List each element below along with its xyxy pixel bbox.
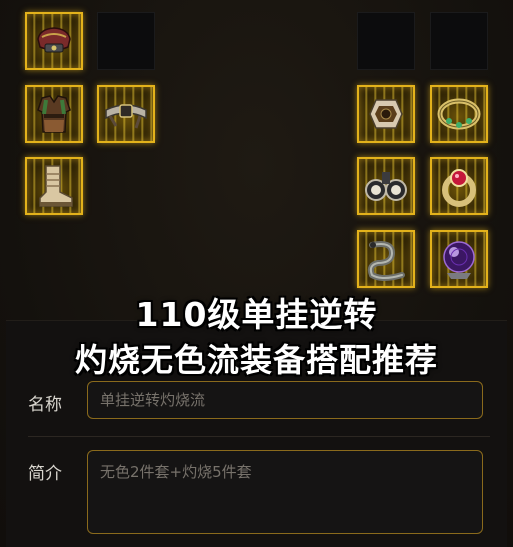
form-divider <box>28 436 490 437</box>
desc-field[interactable]: 无色2件套+灼烧5件套 <box>87 450 483 534</box>
belt-icon <box>105 104 147 129</box>
name-label: 名称 <box>28 395 62 415</box>
shoulder-armor-icon <box>37 27 71 53</box>
necklace-icon <box>437 98 481 130</box>
empty-slot[interactable] <box>97 12 155 70</box>
coat-slot[interactable] <box>25 85 83 143</box>
dark-orb-icon <box>443 241 475 279</box>
desc-field-value: 无色2件套+灼烧5件套 <box>100 463 252 481</box>
page-subtitle: 灼烧无色流装备搭配推荐 <box>74 341 438 379</box>
ring-icon <box>442 169 476 207</box>
bracelet-icon <box>369 99 403 129</box>
charm-slot[interactable] <box>357 230 415 288</box>
belt-slot[interactable] <box>97 85 155 143</box>
empty-slot[interactable] <box>430 12 488 70</box>
coat-armor-icon <box>37 95 71 133</box>
page-title: 110级单挂逆转 <box>135 295 378 334</box>
name-field-value: 单挂逆转灼烧流 <box>100 391 206 409</box>
desc-label: 简介 <box>28 464 62 484</box>
goggles-slot[interactable] <box>357 157 415 215</box>
name-field[interactable]: 单挂逆转灼烧流 <box>87 381 483 419</box>
empty-slot[interactable] <box>357 12 415 70</box>
necklace-slot[interactable] <box>430 85 488 143</box>
serpent-charm-icon <box>367 241 405 281</box>
shoulder-slot[interactable] <box>25 12 83 70</box>
ring-slot[interactable] <box>430 157 488 215</box>
equipment-preset-screen: 名称 单挂逆转灼烧流 简介 无色2件套+灼烧5件套 110级单挂逆转 灼烧无色流… <box>0 0 513 547</box>
boots-icon <box>39 165 73 207</box>
goggles-icon <box>365 172 407 201</box>
orb-slot[interactable] <box>430 230 488 288</box>
boots-slot[interactable] <box>25 157 83 215</box>
bracelet-slot[interactable] <box>357 85 415 143</box>
